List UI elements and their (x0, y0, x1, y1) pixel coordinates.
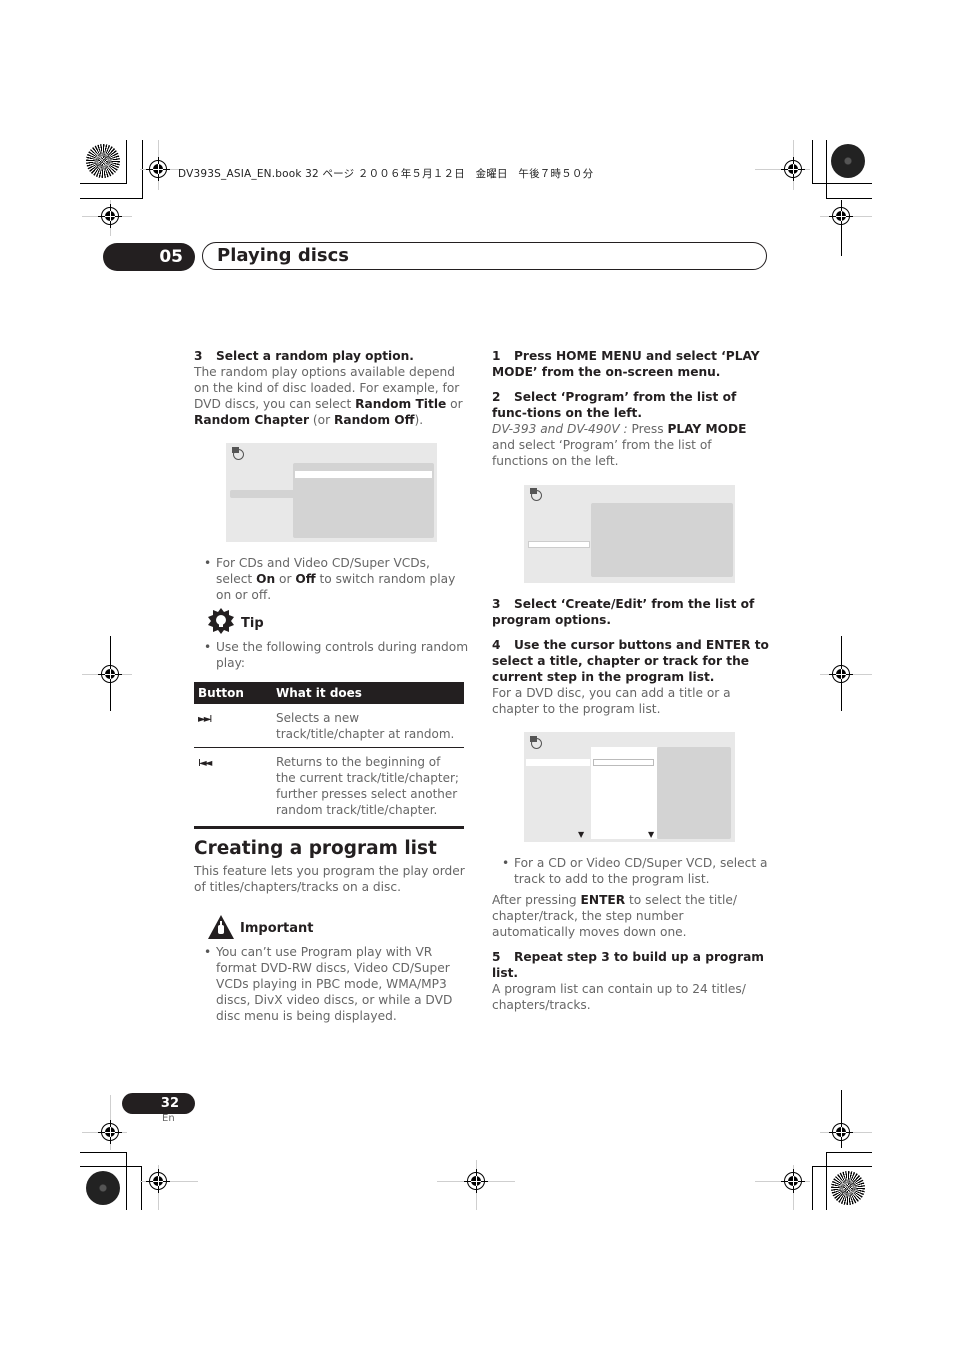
osd-chapter-panel (657, 747, 731, 839)
scroll-down-arrow-icon[interactable]: ▼ (648, 830, 654, 839)
random-chapter-term: Random Chapter (194, 413, 309, 427)
osd-program-screen (524, 485, 735, 583)
next-icon: ►►I (198, 714, 212, 725)
registration-mark-icon (829, 662, 853, 686)
important-text: You can’t use Program play with VR forma… (194, 944, 469, 1024)
left-step-3: 3 Select a random play option. The random… (194, 348, 469, 428)
random-off-term: Random Off (333, 413, 415, 427)
random-title-term: Random Title (355, 397, 447, 411)
chapter-number: 05 (103, 243, 195, 271)
osd-selected-title (593, 759, 654, 766)
registration-star-icon (831, 1171, 865, 1205)
after-enter-text: After pressing ENTER to select the title… (492, 892, 770, 940)
enter-term: ENTER (580, 893, 626, 907)
step-body: DV-393 and DV-490V : Press PLAY MODE and… (492, 421, 770, 469)
text: or (275, 572, 296, 586)
registration-mark-icon (98, 662, 122, 686)
on-term: On (256, 572, 276, 586)
page-number: 32 (122, 1093, 195, 1114)
registration-star-icon (831, 144, 865, 178)
step-title: Select ‘Program’ from the list of func-t… (492, 390, 737, 420)
osd-create-edit-screen: ▼ ▼ (524, 732, 735, 842)
play-mode-term: PLAY MODE (667, 422, 747, 436)
step-number: 3 (492, 597, 501, 611)
osd-selected-step (526, 759, 590, 766)
registration-mark-icon (98, 1120, 122, 1144)
important-warning-icon (208, 915, 234, 939)
step-number: 1 (492, 349, 501, 363)
text: After pressing (492, 893, 581, 907)
text: (or (309, 413, 334, 427)
registration-mark-icon (829, 1120, 853, 1144)
column-header-what-it-does: What it does (272, 682, 464, 704)
text: and select ‘Program’ from the list of fu… (492, 438, 712, 468)
osd-selected-option (295, 471, 432, 478)
step-number: 3 (194, 349, 203, 363)
right-bottom-text: For a CD or Video CD/Super VCD, select a… (492, 855, 770, 1013)
right-steps-1-2: 1 Press HOME MENU and select ‘PLAY MODE’ … (492, 348, 770, 469)
step-title: Press HOME MENU and select ‘PLAY MODE’ f… (492, 349, 760, 379)
osd-random-play-screen (226, 443, 437, 542)
step-body: A program list can contain up to 24 titl… (492, 982, 746, 1012)
scroll-down-arrow-icon[interactable]: ▼ (578, 830, 584, 839)
registration-mark-icon (781, 157, 805, 181)
step-body: For a DVD disc, you can add a title or a… (492, 686, 731, 716)
random-play-controls-table: Button What it does ►►I Selects a new tr… (194, 682, 464, 829)
step-title: Select ‘Create/Edit’ from the list of pr… (492, 597, 755, 627)
step-number: 5 (492, 950, 501, 964)
tip-label: Tip (241, 616, 264, 631)
column-header-button: Button (194, 682, 272, 704)
previous-icon: I◄◄ (198, 758, 212, 769)
step-number: 2 (492, 390, 501, 404)
print-header: DV393S_ASIA_EN.book 32 ページ ２００６年５月１２日 金曜… (178, 168, 594, 180)
important-label: Important (240, 921, 314, 936)
right-steps-3-4: 3 Select ‘Create/Edit’ from the list of p… (492, 596, 770, 717)
table-row: ►►I Selects a new track/title/chapter at… (194, 704, 464, 748)
row-description: Returns to the beginning of the current … (272, 747, 464, 829)
registration-mark-icon (829, 204, 853, 228)
step-title: Select a random play option. (216, 349, 414, 363)
chapter-title-box: Playing discs (202, 242, 767, 270)
table-header-row: Button What it does (194, 682, 464, 704)
text: Press (627, 422, 668, 436)
registration-mark-icon (146, 1169, 170, 1193)
registration-mark-icon (146, 157, 170, 181)
page-language: En (162, 1113, 175, 1124)
registration-mark-icon (98, 204, 122, 228)
section-intro: This feature lets you program the play o… (194, 864, 465, 894)
text: or (446, 397, 463, 411)
registration-star-icon (86, 144, 120, 178)
disc-icon (232, 447, 244, 460)
step-title: Use the cursor buttons and ENTER to sele… (492, 638, 769, 684)
table-row: I◄◄ Returns to the beginning of the curr… (194, 747, 464, 829)
cd-bullet-text: For a CD or Video CD/Super VCD, select a… (492, 855, 770, 887)
tip-lightbulb-icon (208, 608, 234, 634)
chapter-title: Playing discs (217, 245, 349, 266)
left-bullet-cd: For CDs and Video CD/Super VCDs, select … (194, 555, 469, 603)
registration-star-icon (86, 1171, 120, 1205)
osd-program-panel (591, 503, 733, 577)
osd-function-highlight (230, 490, 296, 498)
section-title: Creating a program list (194, 838, 437, 859)
row-description: Selects a new track/title/chapter at ran… (272, 704, 464, 748)
important-bullet: You can’t use Program play with VR forma… (194, 944, 469, 1024)
step-number: 4 (492, 638, 501, 652)
tip-text: Use the following controls during random… (194, 639, 469, 671)
disc-icon (530, 736, 542, 749)
registration-mark-icon (781, 1169, 805, 1193)
text: ). (414, 413, 424, 427)
off-term: Off (295, 572, 316, 586)
model-note: DV-393 and DV-490V : (492, 422, 628, 436)
step-body: The random play options available depend… (194, 364, 469, 428)
step-title: Repeat step 3 to build up a program list… (492, 950, 765, 980)
osd-selected-function (528, 541, 590, 548)
disc-icon (530, 488, 542, 501)
registration-mark-icon (464, 1169, 488, 1193)
tip-bullet: Use the following controls during random… (194, 639, 469, 671)
